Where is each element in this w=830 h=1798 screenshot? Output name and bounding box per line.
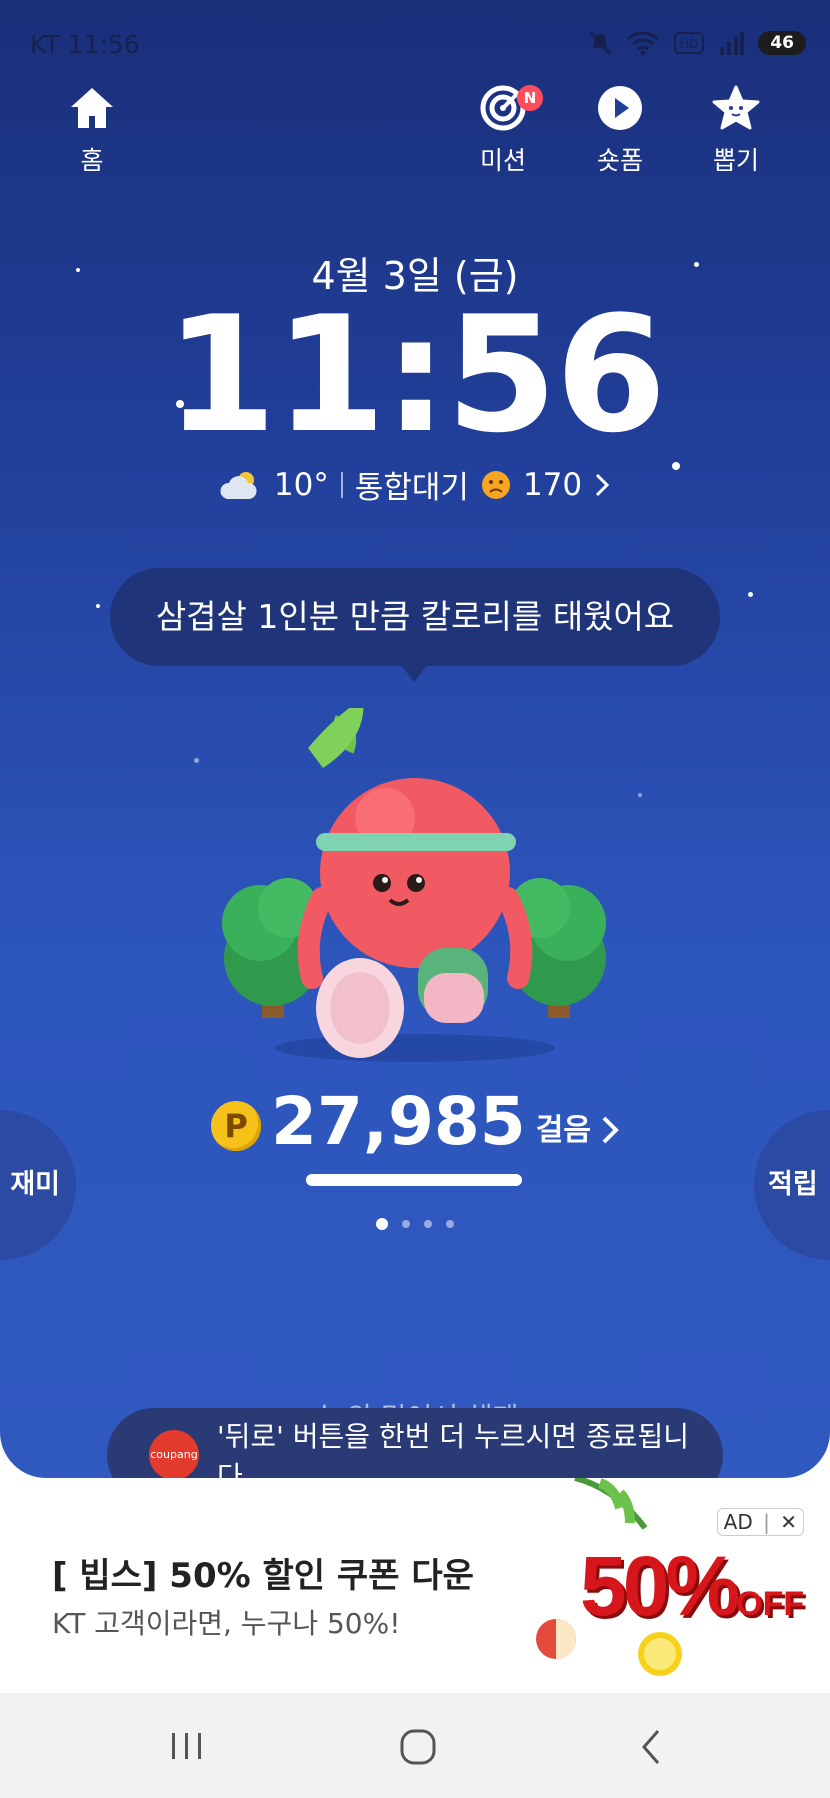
weather-temp: 10° — [273, 466, 329, 503]
star-face-icon — [712, 85, 760, 130]
nav-shortform-label: 숏폼 — [596, 146, 643, 175]
home-icon — [71, 88, 113, 128]
page-dot — [402, 1220, 410, 1228]
page-dot — [424, 1220, 432, 1228]
nav-home-label: 홈 — [80, 146, 104, 175]
apple-slice-icon — [536, 1619, 576, 1659]
nav-draw-label: 뽑기 — [712, 146, 759, 175]
nav-mission-button[interactable]: N 미션 — [458, 85, 548, 177]
cloudy-icon — [220, 471, 257, 499]
signal-icon — [720, 32, 745, 55]
leaf-icon — [574, 1478, 648, 1530]
ad-label: AD — [723, 1510, 753, 1534]
weather-row[interactable]: 10° 통합대기 170 — [0, 462, 830, 507]
ad-banner[interactable]: [ 빕스] 50% 할인 쿠폰 다운 KT 고객이라면, 누구나 50%! 50… — [0, 1478, 830, 1693]
steps-value: 27,985 — [271, 1083, 526, 1160]
page-dot — [446, 1220, 454, 1228]
point-coin-icon: P — [211, 1101, 262, 1151]
star-decoration — [748, 592, 753, 597]
status-carrier-time: KT 11:56 — [30, 30, 140, 59]
nav-shortform-button[interactable]: 숏폼 — [575, 85, 665, 177]
main-panel: KT 11:56 HD 46 홈 N 미션 숏폼 뽑기 4월 3일 (금) 11… — [0, 0, 830, 1478]
steps-unit: 걸음 — [535, 1113, 591, 1148]
promo-percent: 50% — [580, 1539, 740, 1633]
hd-icon: HD — [674, 32, 705, 54]
recent-apps-icon[interactable] — [168, 1729, 206, 1763]
nav-draw-button[interactable]: 뽑기 — [691, 85, 781, 177]
star-decoration — [96, 604, 100, 608]
home-circle-icon[interactable] — [398, 1727, 438, 1767]
star-decoration — [194, 758, 199, 763]
weather-divider — [340, 471, 343, 498]
clock-display: 11:56 — [165, 281, 666, 468]
ad-tag: AD | ✕ — [716, 1508, 804, 1536]
apple-character-illustration[interactable] — [210, 708, 620, 1078]
chevron-right-icon — [596, 473, 610, 496]
ad-title: [ 빕스] 50% 할인 쿠폰 다운 — [52, 1556, 474, 1596]
page-indicator — [0, 1218, 830, 1230]
system-navigation-bar — [0, 1693, 830, 1798]
promo-graphic: 50%OFF — [580, 1538, 804, 1635]
chevron-right-icon — [602, 1116, 619, 1144]
mission-badge: N — [517, 85, 543, 111]
speech-bubble: 삼겹살 1인분 만큼 칼로리를 태웠어요 — [110, 568, 720, 682]
fun-side-button[interactable]: 재미 — [0, 1110, 76, 1260]
svg-text:HD: HD — [680, 37, 698, 51]
play-icon — [598, 86, 642, 130]
air-quality-value: 170 — [522, 466, 583, 503]
battery-indicator: 46 — [758, 31, 806, 55]
steps-counter[interactable]: P 27,985 걸음 — [0, 1085, 830, 1159]
promo-off: OFF — [736, 1585, 805, 1623]
ad-close-button[interactable]: ✕ — [780, 1510, 797, 1534]
earn-side-label: 적립 — [768, 1169, 818, 1200]
ad-subtitle: KT 고객이라면, 누구나 50%! — [52, 1607, 401, 1640]
page-dot-active — [376, 1218, 388, 1230]
nav-home-button[interactable]: 홈 — [47, 85, 137, 177]
mute-icon — [589, 30, 612, 56]
coupang-logo-icon: coupang — [149, 1430, 199, 1480]
star-decoration — [638, 793, 642, 797]
air-quality-label: 통합대기 — [354, 470, 469, 506]
fun-side-label: 재미 — [10, 1169, 60, 1200]
sad-face-icon — [481, 470, 510, 499]
lemon-icon — [638, 1632, 682, 1676]
status-bar: KT 11:56 HD 46 — [0, 0, 830, 92]
steps-progress-bar — [306, 1174, 522, 1186]
back-icon[interactable] — [636, 1727, 666, 1767]
nav-mission-label: 미션 — [479, 146, 526, 175]
wifi-icon — [627, 31, 660, 56]
